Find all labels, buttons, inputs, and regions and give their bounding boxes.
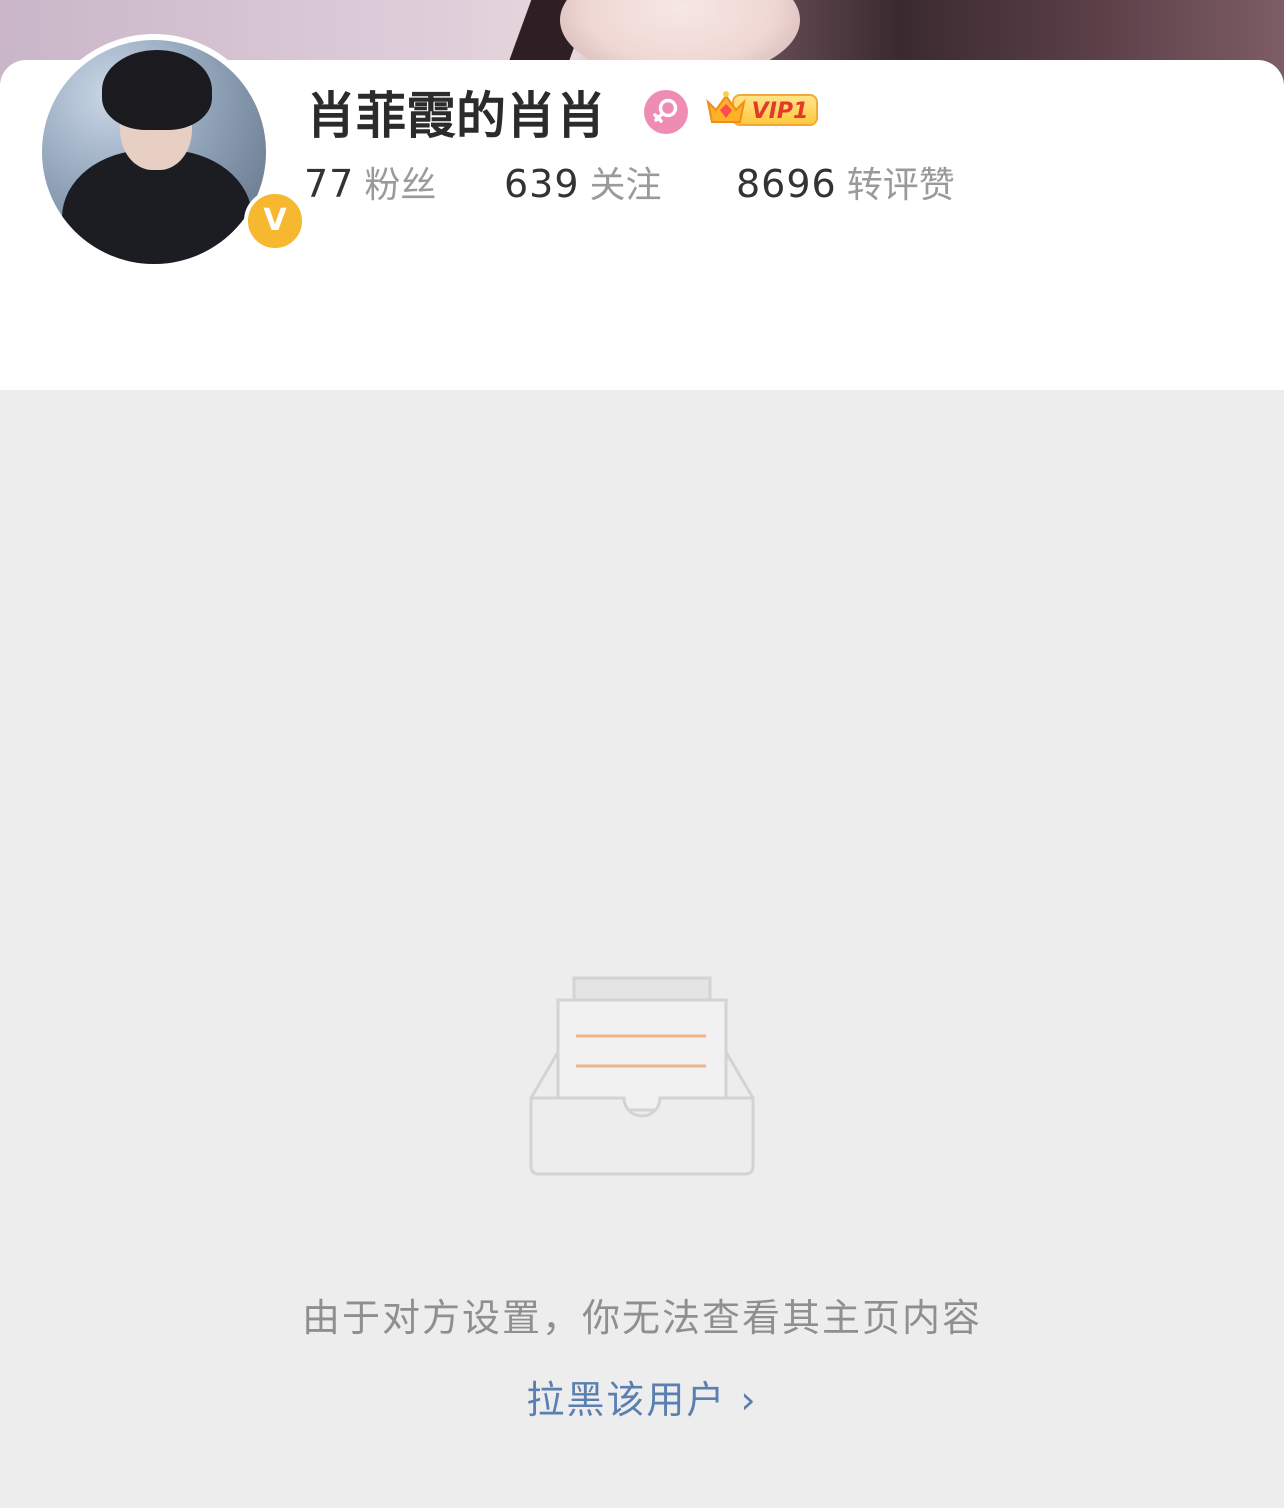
stat-engagement-label: 转评赞: [846, 165, 955, 206]
stat-fans[interactable]: 77 粉丝: [304, 156, 436, 208]
profile-name: 肖菲霞的肖肖: [306, 87, 606, 145]
stat-following-value: 639: [504, 162, 580, 206]
stat-following[interactable]: 639 关注: [504, 156, 662, 208]
block-user-link[interactable]: 拉黑该用户 ›: [0, 1370, 1284, 1430]
avatar-image: [42, 40, 266, 264]
stat-engagement[interactable]: 8696 转评赞: [736, 156, 955, 208]
stat-following-label: 关注: [589, 165, 662, 206]
profile-page: V 肖菲霞的肖肖 VIP1 77 粉丝 639 关注 8696 转评赞 由于对方…: [0, 0, 1284, 1508]
blocked-message: 由于对方设置，你无法查看其主页内容: [301, 1296, 982, 1340]
female-icon: [644, 90, 688, 134]
crown-icon: [706, 91, 746, 123]
vip-badge[interactable]: VIP1: [704, 88, 820, 134]
stat-fans-label: 粉丝: [364, 165, 437, 206]
chevron-right-icon: ›: [740, 1378, 758, 1422]
stat-engagement-value: 8696: [736, 162, 837, 206]
avatar[interactable]: V: [36, 34, 306, 270]
block-user-label: 拉黑该用户: [526, 1378, 727, 1422]
empty-box-icon: [529, 976, 755, 1176]
profile-header-card: V 肖菲霞的肖肖 VIP1 77 粉丝 639 关注 8696 转评赞: [0, 34, 1284, 390]
stat-fans-value: 77: [304, 162, 355, 206]
v-verified-icon: V: [244, 190, 306, 252]
